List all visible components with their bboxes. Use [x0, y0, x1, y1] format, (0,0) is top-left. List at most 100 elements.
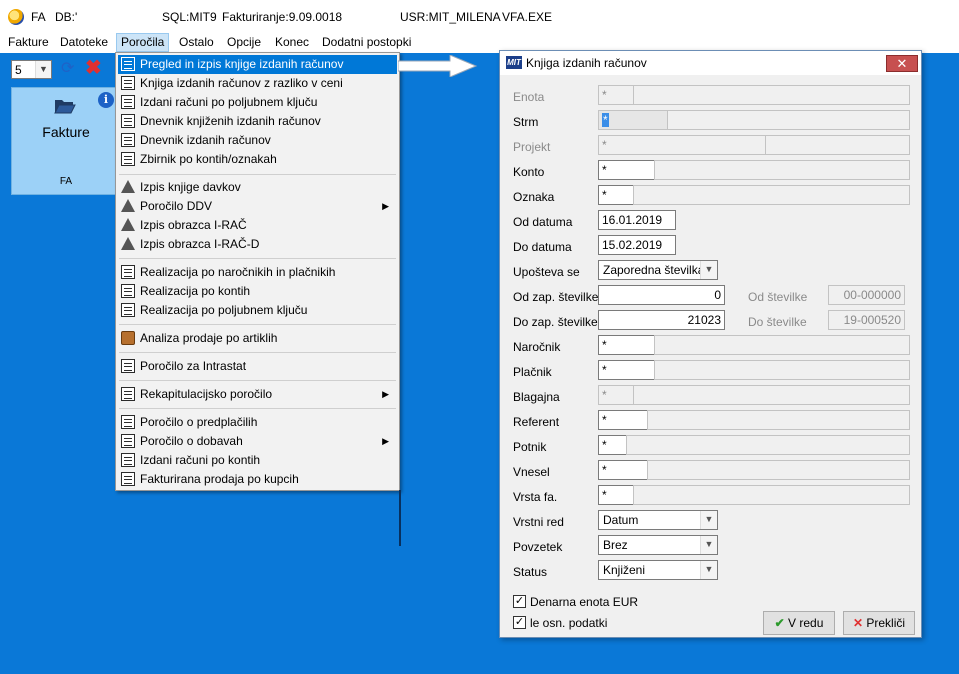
porocila-dropdown: Pregled in izpis knjige izdanih računov …	[115, 52, 400, 491]
close-icon[interactable]: ✖	[85, 58, 102, 78]
do-datuma-field[interactable]: 15.02.2019	[598, 235, 676, 255]
denarna-checkbox[interactable]: ✓	[513, 595, 526, 608]
list-icon	[121, 359, 135, 373]
chevron-down-icon: ▼	[700, 511, 717, 529]
od-zap-field[interactable]: 0	[598, 285, 725, 305]
vrstni-red-value: Datum	[603, 513, 639, 527]
narocnik-label: Naročnik	[513, 340, 561, 354]
menu-separator	[119, 258, 396, 259]
referent-desc	[647, 410, 910, 430]
refresh-icon[interactable]: ⟳	[61, 60, 77, 78]
menu-item-intrastat[interactable]: Poročilo za Intrastat	[118, 357, 397, 376]
menu-item-knjiga-davkov[interactable]: Izpis knjige davkov	[118, 178, 397, 197]
menu-item-realizacija-konti[interactable]: Realizacija po kontih	[118, 282, 397, 301]
osn-podatki-label: le osn. podatki	[530, 616, 608, 630]
menu-item-rekapitulacijsko[interactable]: Rekapitulacijsko poročilo ▶	[118, 385, 397, 404]
menu-ostalo[interactable]: Ostalo	[175, 33, 218, 52]
list-icon	[121, 133, 135, 147]
list-icon	[121, 95, 135, 109]
list-icon	[121, 114, 135, 128]
list-icon	[121, 434, 135, 448]
folder-open-icon	[54, 100, 76, 114]
oznaka-field[interactable]: *	[598, 185, 634, 205]
menu-item-realizacija-kljuc[interactable]: Realizacija po poljubnem ključu	[118, 301, 397, 320]
chevron-down-icon: ▼	[35, 61, 51, 78]
strm-desc	[667, 110, 910, 130]
durs-icon	[121, 218, 135, 231]
ok-button[interactable]: ✔ V redu	[763, 611, 835, 635]
potnik-field[interactable]: *	[598, 435, 627, 455]
menu-fakture[interactable]: Fakture	[4, 33, 53, 52]
list-icon	[121, 415, 135, 429]
menu-item-dnevnik-knjizenih[interactable]: Dnevnik knjiženih izdanih računov	[118, 112, 397, 131]
exe-label: VFA.EXE	[502, 10, 553, 24]
od-datuma-label: Od datuma	[513, 215, 573, 229]
chevron-down-icon: ▼	[700, 561, 717, 579]
vrstni-red-select[interactable]: Datum ▼	[598, 510, 718, 530]
povzetek-value: Brez	[603, 538, 628, 552]
menu-item-zbirnik[interactable]: Zbirnik po kontih/oznakah	[118, 150, 397, 169]
od-stevilke-label: Od številke	[748, 290, 808, 304]
menu-item-dnevnik-izdanih[interactable]: Dnevnik izdanih računov	[118, 131, 397, 150]
strm-field[interactable]: *	[598, 110, 668, 130]
menu-item-knjiga-razlika[interactable]: Knjiga izdanih računov z razliko v ceni	[118, 74, 397, 93]
menu-item-dobave[interactable]: Poročilo o dobavah ▶	[118, 432, 397, 451]
enota-desc	[633, 85, 910, 105]
menu-item-izdani-konti[interactable]: Izdani računi po kontih	[118, 451, 397, 470]
menu-dodatni-postopki[interactable]: Dodatni postopki	[318, 33, 415, 52]
menu-item-fakturirana-prodaja[interactable]: Fakturirana prodaja po kupcih	[118, 470, 397, 489]
status-value: Knjiženi	[603, 563, 646, 577]
blagajna-label: Blagajna	[513, 390, 560, 404]
povzetek-select[interactable]: Brez ▼	[598, 535, 718, 555]
tile-title: Fakture	[42, 124, 90, 140]
status-select[interactable]: Knjiženi ▼	[598, 560, 718, 580]
menu-item-obrazec-irac[interactable]: Izpis obrazca I-RAČ	[118, 216, 397, 235]
konto-field[interactable]: *	[598, 160, 655, 180]
list-icon	[121, 303, 135, 317]
menu-item-pregled-knjige[interactable]: Pregled in izpis knjige izdanih računov	[118, 55, 397, 74]
menu-datoteke[interactable]: Datoteke	[56, 33, 112, 52]
sql-label: SQL:MIT9	[162, 10, 217, 24]
menu-opcije[interactable]: Opcije	[223, 33, 265, 52]
vrsta-fa-field[interactable]: *	[598, 485, 634, 505]
list-icon	[121, 284, 135, 298]
count-value: 5	[15, 63, 22, 77]
referent-field[interactable]: *	[598, 410, 648, 430]
menu-item-izdani-kljucu[interactable]: Izdani računi po poljubnem ključu	[118, 93, 397, 112]
placnik-field[interactable]: *	[598, 360, 655, 380]
menu-konec[interactable]: Konec	[271, 33, 313, 52]
count-select[interactable]: 5 ▼	[11, 60, 52, 79]
list-icon	[121, 57, 135, 71]
cancel-button[interactable]: ✕ Prekliči	[843, 611, 915, 635]
list-icon	[121, 472, 135, 486]
arrow-right-icon	[398, 55, 478, 77]
menu-item-analiza-prodaje[interactable]: Analiza prodaje po artiklih	[118, 329, 397, 348]
od-datuma-field[interactable]: 16.01.2019	[598, 210, 676, 230]
durs-icon	[121, 180, 135, 193]
strm-label: Strm	[513, 115, 539, 129]
vnesel-field[interactable]: *	[598, 460, 648, 480]
menu-separator	[119, 408, 396, 409]
menu-item-realizacija-narocniki[interactable]: Realizacija po naročnikih in plačnikih	[118, 263, 397, 282]
oznaka-desc	[633, 185, 910, 205]
do-zap-field[interactable]: 21023	[598, 310, 725, 330]
dialog-close-button[interactable]: ✕	[886, 55, 918, 72]
menu-item-obrazec-irac-d[interactable]: Izpis obrazca I-RAČ-D	[118, 235, 397, 254]
info-icon[interactable]: i	[98, 92, 114, 108]
do-stevilke-label: Do številke	[748, 315, 807, 329]
vnesel-desc	[647, 460, 910, 480]
konto-desc	[654, 160, 910, 180]
narocnik-field[interactable]: *	[598, 335, 655, 355]
vnesel-label: Vnesel	[513, 465, 550, 479]
uposteva-value: Zaporedna številka	[603, 263, 705, 277]
osn-podatki-checkbox[interactable]: ✓	[513, 616, 526, 629]
oznaka-label: Oznaka	[513, 190, 555, 204]
menu-porocila[interactable]: Poročila	[116, 33, 170, 52]
menu-item-porocilo-ddv[interactable]: Poročilo DDV ▶	[118, 197, 397, 216]
potnik-desc	[626, 435, 910, 455]
list-icon	[121, 265, 135, 279]
referent-label: Referent	[513, 415, 560, 429]
menu-item-predplacila[interactable]: Poročilo o predplačilih	[118, 413, 397, 432]
placnik-desc	[654, 360, 910, 380]
uposteva-select[interactable]: Zaporedna številka ▼	[598, 260, 718, 280]
